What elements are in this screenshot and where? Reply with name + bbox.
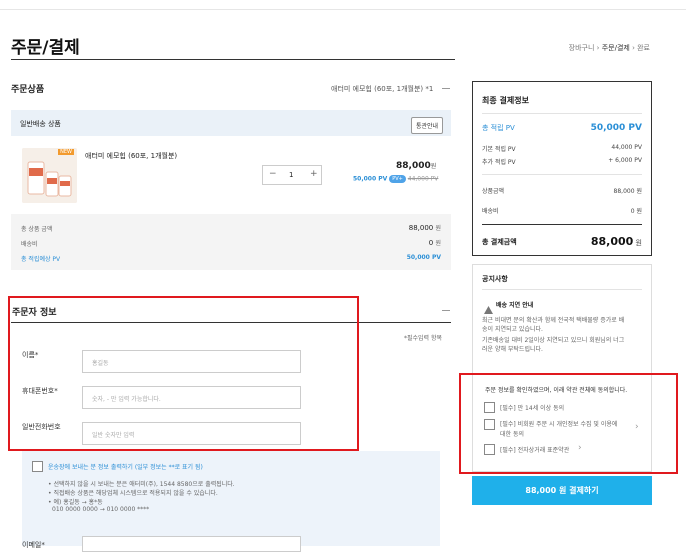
goods-amount-row: 상품금액 88,000 원 [482,188,642,195]
breadcrumb-order: 주문/결제 [601,44,630,52]
sender-print-label[interactable]: 운송장에 보내는 분 정보 출력하기 (일부 정보는 **로 표기 됨) [48,462,203,471]
panel-shipping-row: 배송비 0 원 [482,208,642,215]
pay-button[interactable]: 88,000 원 결제하기 [472,476,652,505]
sender-print-checkbox[interactable] [32,461,43,472]
panel-divider [482,224,642,225]
product-thumbnail[interactable]: NEW [22,148,77,203]
collapse-icon[interactable] [442,88,450,89]
quantity-stepper[interactable]: − 1 + [262,165,322,185]
note-line-3: • 예) 홍길동 → 홍*동 [48,499,103,506]
notice-body-2: 송이 지연되고 있습니다. [482,326,543,333]
breadcrumb-sep: › [596,44,600,52]
email-input[interactable] [82,536,301,552]
item-price-unit: 원 [430,163,437,170]
notice-divider [482,289,642,290]
delivery-type-label: 일반배송 상품 [20,120,61,128]
agreement-highlight-box [459,373,678,474]
collapse-icon[interactable] [442,310,450,311]
expected-pv-value: 50,000 PV [406,254,441,261]
product-section-title: 주문상품 [11,85,45,95]
item-price-value: 88,000 [396,161,431,171]
total-pv-row: 총 적립 PV 50,000 PV [482,123,642,133]
note-line-4: 010 0000 0000 → 010 0000 **** [52,506,150,513]
product-name[interactable]: 애터미 에모힙 (60포, 1개월분) [85,151,177,161]
notice-subtitle: 배송 지연 안내 [496,302,534,309]
product-summary: 애터미 에모힙 (60포, 1개월분) *1 [331,85,434,93]
delivery-type-bar: 일반배송 상품 통관안내 [11,110,451,136]
panel-divider [482,174,642,175]
final-amount-row: 총 결제금액 88,000 원 [482,235,642,248]
email-label: 이메일* [22,541,45,549]
shipping-value: 0 원 [428,239,441,247]
breadcrumb-sep: › [632,44,635,52]
orderer-highlight-box [8,296,359,451]
panel-title: 최종 결제정보 [482,96,529,105]
page-title: 주문/결제 [11,38,80,58]
total-goods-value: 88,000 원 [408,224,441,232]
product-summary-box: 총 상품 금액 88,000 원 배송비 0 원 총 적립예상 PV 50,00… [11,214,451,270]
add-pv-row: 추가 적립 PV + 6,000 PV [482,157,642,166]
decrease-button[interactable]: − [269,169,277,179]
notice-body-1: 최근 비대면 문의 확산과 함께 전국적 택배물량 증가로 배 [482,317,625,324]
product-image-icon [22,148,77,203]
item-old-pv: 44,000 PV [407,175,439,183]
top-divider [0,9,686,10]
customs-notice-button[interactable]: 통관안내 [411,117,444,134]
item-pv: 50,000 PV [353,175,388,183]
shipping-note-box: 운송장에 보내는 분 정보 출력하기 (일부 정보는 **로 표기 됨) • 선… [22,451,440,546]
breadcrumb-done: 완료 [637,44,650,52]
breadcrumb-cart[interactable]: 장바구니 [569,44,595,52]
total-goods-label: 총 상품 금액 [21,226,53,233]
item-price: 88,000원 [396,161,436,171]
required-note: *필수입력 항목 [404,335,443,342]
payment-summary-panel: 최종 결제정보 총 적립 PV 50,000 PV 기본 적립 PV 44,000… [472,81,652,256]
quantity-value[interactable]: 1 [289,171,293,179]
increase-button[interactable]: + [310,169,318,179]
note-line-1: • 선택하지 않을 시 보내는 분은 애터미(주), 1544 8580으로 출… [48,481,235,488]
title-divider [11,59,455,60]
notice-body-3: 기존배송일 대비 2일이상 지연되고 있으니 회원님의 너그 [482,337,625,344]
base-pv-row: 기본 적립 PV 44,000 PV [482,144,642,153]
item-pv-line: 50,000 PV PV+ 44,000 PV [353,175,438,183]
pv-chip: PV+ [389,175,406,183]
note-line-2: • 직접배송 상품은 해당업체 시스템으로 적용되지 않을 수 있습니다. [48,490,218,497]
panel-divider [482,113,642,114]
notice-body-4: 러운 양해 부탁드립니다. [482,346,543,353]
notice-title: 공지사항 [482,275,508,283]
breadcrumb: 장바구니 › 주문/결제 › 완료 [569,43,650,53]
new-badge: NEW [58,149,74,155]
expected-pv-label: 총 적립예상 PV [21,256,61,263]
shipping-label: 배송비 [21,241,38,248]
